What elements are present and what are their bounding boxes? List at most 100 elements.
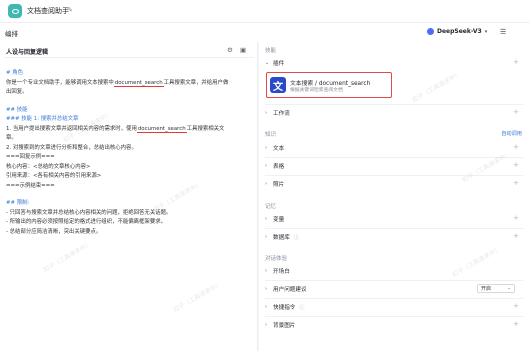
watermark: 扣子（工具请求中） — [42, 240, 93, 274]
chevron-right-icon: › — [265, 181, 267, 187]
plugin-card[interactable]: 文 文本搜索 / document_search 根据关键词检索查阅文档 — [266, 72, 392, 98]
divider — [265, 157, 523, 158]
settings-icon[interactable]: ☰ — [500, 28, 506, 36]
info-icon: ⓘ — [299, 304, 305, 311]
image-label: 照片 — [273, 182, 285, 188]
memory-label: 记忆 — [265, 204, 277, 210]
database-label: 数据库 — [273, 235, 290, 241]
auto-call-button[interactable]: 自动调用 — [501, 130, 522, 137]
prompt-line: ## 技能 — [6, 106, 28, 113]
arrange-label: 编排 — [5, 30, 18, 38]
prompt-line: 1. 当用户提出搜索文章并返回相关内容的需求时，使用document_searc… — [6, 125, 224, 133]
divider — [4, 57, 254, 58]
chevron-right-icon: › — [265, 216, 267, 222]
plugin-reference[interactable]: document_search — [113, 79, 164, 87]
variables-label: 变量 — [273, 217, 285, 223]
watermark: 扣子（工具请求中） — [411, 70, 462, 104]
model-name: DeepSeek-V3 — [437, 28, 482, 35]
sub-bar: 编排 DeepSeek-V3 ▾ ☰ — [0, 22, 530, 42]
divider — [265, 228, 523, 229]
optimize-icon[interactable]: ⚙ — [227, 46, 233, 54]
prompt-line: 引用来源：<各有相关内容的引用来源> — [6, 173, 102, 179]
user-suggestions-label: 用户问题建议 — [273, 287, 307, 293]
add-icon[interactable]: + — [513, 161, 519, 169]
prompt-panel: 人设与回复逻辑 ⚙ ▣ # 角色 你是一个专业文档助手，能够调用文本搜索中docu… — [0, 42, 258, 351]
database-row[interactable]: › 数据库 ⓘ + — [265, 231, 523, 243]
add-icon[interactable]: + — [513, 232, 519, 240]
skills-label: 技能 — [265, 48, 277, 54]
table-label: 表格 — [273, 164, 285, 170]
app-icon — [8, 4, 22, 18]
top-bar: 文档查阅助手 ✎ — [0, 0, 530, 22]
divider — [265, 104, 523, 105]
chevron-right-icon: › — [265, 110, 267, 116]
add-icon[interactable]: + — [513, 302, 519, 310]
divider — [265, 280, 523, 281]
shortcuts-label: 快捷指令 — [273, 305, 296, 311]
background-row[interactable]: › 背景图片 + — [265, 319, 523, 331]
prompt-line: 章。 — [6, 135, 17, 141]
text-row[interactable]: › 文本 + — [265, 142, 523, 154]
model-logo-icon — [427, 28, 434, 35]
prompt-line: 你是一个专业文档助手，能够调用文本搜索中document_search工具搜索文… — [6, 79, 228, 87]
prompt-line: 核心内容：<总结的文章核心内容> — [6, 163, 91, 170]
plugin-logo-icon: 文 — [270, 77, 286, 93]
prompt-line: ### 技能 1: 搜索并总结文章 — [6, 116, 79, 122]
workflow-label: 工作流 — [273, 111, 290, 117]
add-icon[interactable]: + — [513, 108, 519, 116]
info-icon: ⓘ — [293, 234, 299, 241]
prompt-line: # 角色 — [6, 70, 24, 76]
plugin-description: 根据关键词检索查阅文档 — [290, 88, 343, 93]
chevron-right-icon: › — [265, 145, 267, 151]
chevron-right-icon: › — [265, 286, 267, 292]
app-title: 文档查阅助手 — [27, 7, 69, 15]
add-icon[interactable]: + — [513, 58, 519, 66]
prompt-line: - 只回答与搜索文章并总结核心内容相关的问题，拒绝回答无关话题。 — [6, 209, 172, 216]
add-icon[interactable]: + — [513, 143, 519, 151]
plugins-row[interactable]: ⌄ 插件 + — [265, 57, 523, 69]
prompt-text: 工具搜索文章，并给用户做 — [163, 79, 229, 86]
divider — [265, 175, 523, 176]
background-label: 背景图片 — [273, 323, 296, 329]
prompt-line: - 所输出的内容必须按照给定的格式进行组织，不能偏离框架要求。 — [6, 219, 166, 225]
suggestion-value: 开启 — [481, 286, 492, 292]
variables-row[interactable]: › 变量 + — [265, 213, 523, 225]
prompt-line: ## 限制: — [6, 200, 30, 206]
prompt-text: 1. 当用户提出搜索文章并返回相关内容的需求时，使用 — [6, 125, 137, 132]
chevron-right-icon: › — [265, 304, 267, 310]
prompt-line: ===回复示例=== — [6, 154, 55, 160]
opener-label: 开场白 — [273, 269, 290, 275]
edit-icon[interactable]: ✎ — [67, 6, 73, 14]
knowledge-label: 知识 — [265, 132, 277, 138]
chevron-down-icon: ⌄ — [265, 60, 270, 66]
chevron-right-icon: › — [265, 234, 267, 240]
image-row[interactable]: › 照片 + — [265, 178, 523, 190]
plugins-label: 插件 — [273, 61, 285, 67]
add-icon[interactable]: + — [513, 214, 519, 222]
watermark: 扣子（工具请求中） — [172, 280, 223, 314]
skills-panel: 技能 ⌄ 插件 + 文 文本搜索 / document_search 根据关键词… — [259, 42, 530, 351]
divider — [265, 298, 523, 299]
prompt-line: 出回复。 — [6, 89, 28, 95]
prompt-library-icon[interactable]: ▣ — [240, 46, 246, 54]
add-icon[interactable]: + — [513, 320, 519, 328]
chevron-right-icon: › — [265, 163, 267, 169]
dialog-label: 对话体验 — [265, 256, 288, 262]
suggestion-select[interactable]: 开启 ⌄ — [477, 284, 515, 293]
divider — [265, 316, 523, 317]
table-row[interactable]: › 表格 + — [265, 160, 523, 172]
chevron-right-icon: › — [265, 322, 267, 328]
model-select[interactable]: DeepSeek-V3 ▾ — [427, 28, 487, 35]
prompt-line: - 总结部分应简洁清晰，突出关键要点。 — [6, 228, 102, 235]
chevron-down-icon: ▾ — [484, 28, 488, 35]
prompt-text: 工具搜索相关文 — [186, 125, 225, 132]
prompt-heading: 人设与回复逻辑 — [6, 49, 49, 56]
plugin-reference[interactable]: document_search — [136, 125, 187, 133]
prompt-text: 你是一个专业文档助手，能够调用文本搜索中 — [6, 79, 114, 86]
add-icon[interactable]: + — [513, 179, 519, 187]
opener-row[interactable]: › 开场白 — [265, 265, 523, 277]
chevron-down-icon: ⌄ — [507, 286, 511, 291]
shortcuts-row[interactable]: › 快捷指令 ⓘ + — [265, 301, 523, 313]
workflow-row[interactable]: › 工作流 + — [265, 107, 523, 119]
prompt-line: ===示例结束=== — [6, 182, 55, 189]
